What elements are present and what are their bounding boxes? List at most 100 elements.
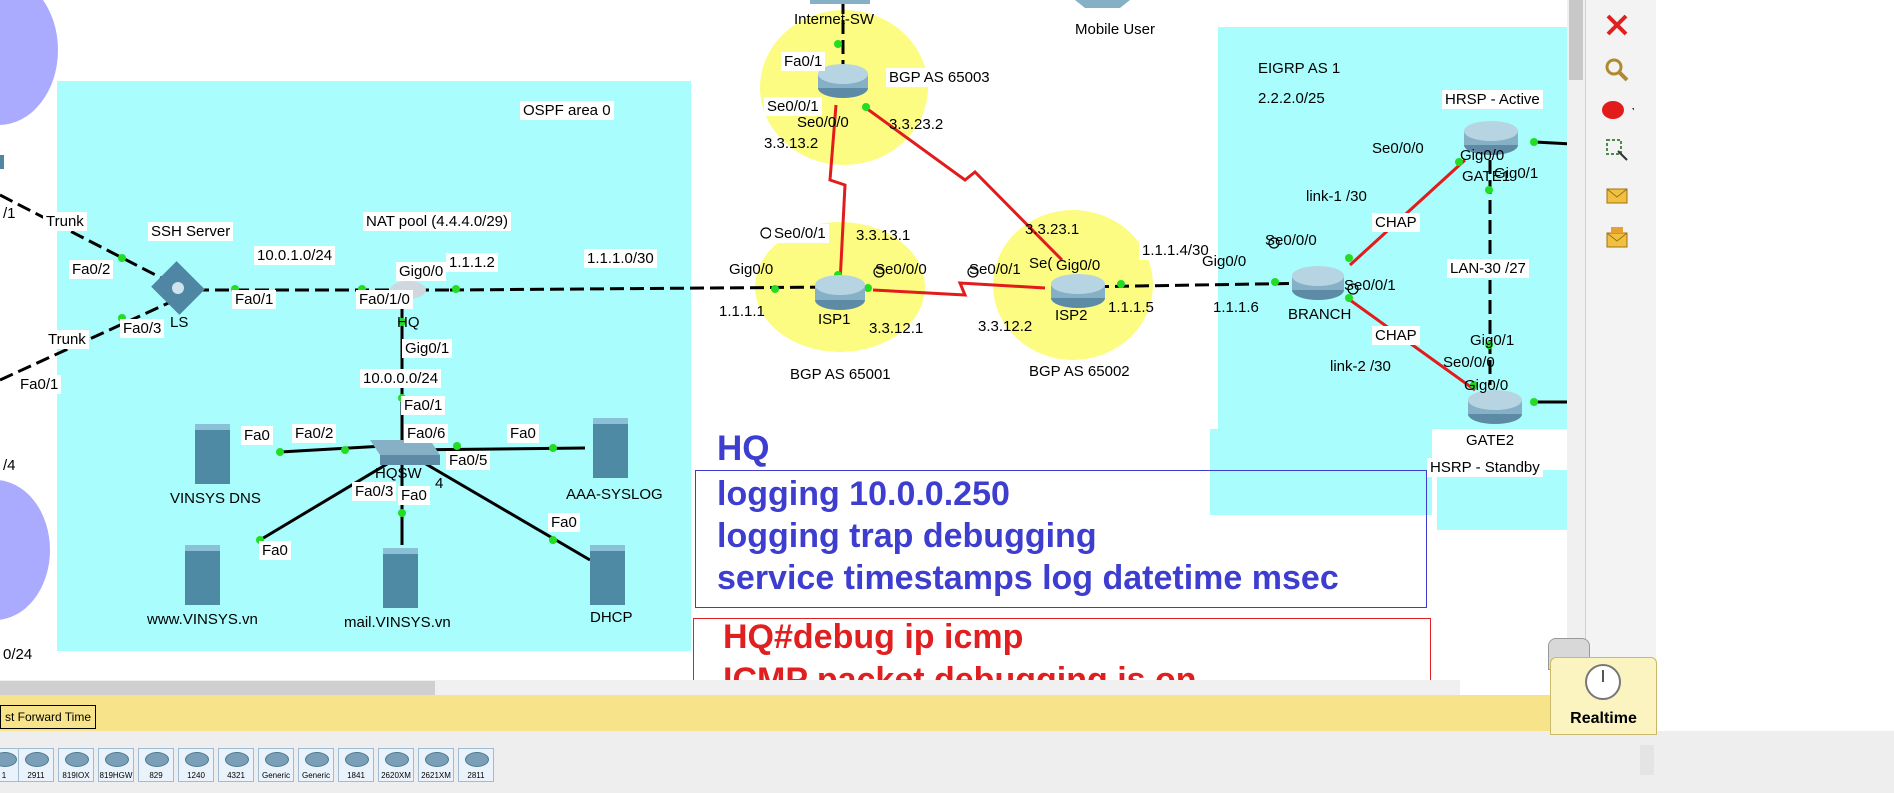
ls-port-fa01: Fa0/1 xyxy=(232,290,277,309)
left-port-fragment-1: /1 xyxy=(3,205,16,222)
hqsw-port-fa03: Fa0/3 xyxy=(352,482,397,501)
gate2-port-gig00: Gig0/0 xyxy=(1464,377,1509,394)
clock-icon xyxy=(1585,664,1621,700)
eigrp-area-label: EIGRP AS 1 xyxy=(1258,60,1341,77)
ip-3-3-12-2-label: 3.3.12.2 xyxy=(978,318,1033,335)
network-10-0-1-label: 10.0.1.0/24 xyxy=(254,246,336,265)
router-isp2-icon[interactable] xyxy=(1051,274,1105,308)
note-red-line-1: HQ#debug ip icmp xyxy=(723,618,1024,656)
isp1-port-gig00: Gig0/0 xyxy=(729,261,774,278)
hsrp-active-label: HRSP - Active xyxy=(1442,90,1543,109)
add-simple-pdu-tool[interactable] xyxy=(1600,180,1634,210)
router-isp3-icon[interactable] xyxy=(818,64,868,98)
ospf-area-label: OSPF area 0 xyxy=(520,101,614,120)
vertical-scroll-thumb[interactable] xyxy=(1569,0,1583,80)
palette-device-4321[interactable]: 4321 xyxy=(218,748,254,782)
aaa-syslog-name: AAA-SYSLOG xyxy=(566,486,663,503)
palette-device-2811[interactable]: 2811 xyxy=(458,748,494,782)
network-1-1-1-0-label: 1.1.1.0/30 xyxy=(584,249,657,268)
server-dhcp-icon[interactable] xyxy=(590,545,625,605)
trunk-label-1: Trunk xyxy=(43,212,87,231)
eigrp-network-label: 2.2.2.0/25 xyxy=(1258,90,1325,107)
inspect-tool[interactable] xyxy=(1600,55,1634,85)
palette-device-generic-2[interactable]: Generic xyxy=(298,748,334,782)
hsrp-standby-label: HSRP - Standby xyxy=(1427,458,1543,477)
hq-port-gig01: Gig0/1 xyxy=(402,339,453,358)
network-10-0-0-label: 10.0.0.0/24 xyxy=(360,369,442,388)
ls-name: LS xyxy=(170,314,189,331)
hq-port-gig00: Gig0/0 xyxy=(396,262,447,281)
server-aaa-icon[interactable] xyxy=(593,418,628,478)
palette-device-1240[interactable]: 1240 xyxy=(178,748,214,782)
mobile-user-name: Mobile User xyxy=(1075,21,1156,38)
palette-device-819hgw[interactable]: 819HGW xyxy=(98,748,134,782)
router-branch-icon[interactable] xyxy=(1292,266,1344,300)
palette-device-819iox[interactable]: 819IOX xyxy=(58,748,94,782)
internet-sw-name: Internet-SW xyxy=(794,11,875,28)
server-www-icon[interactable] xyxy=(185,545,220,605)
hqsw-name: HQSW xyxy=(375,465,422,482)
ip-3-3-12-1-label: 3.3.12.1 xyxy=(869,320,924,337)
branch-name: BRANCH xyxy=(1288,306,1352,323)
server-mail-icon[interactable] xyxy=(383,548,418,608)
switch-internet-sw-icon[interactable] xyxy=(810,0,870,4)
delete-icon xyxy=(1602,101,1634,119)
bgp-65001-label: BGP AS 65001 xyxy=(787,365,894,384)
gate1-port-gig00: Gig0/0 xyxy=(1460,147,1505,164)
hqsw-port-fa06: Fa0/6 xyxy=(404,424,449,443)
left-device-partial-icon[interactable] xyxy=(0,155,4,169)
delete-tool[interactable] xyxy=(1600,10,1634,40)
realtime-label: Realtime xyxy=(1570,710,1637,727)
bgp-65003-label: BGP AS 65003 xyxy=(886,68,993,87)
palette-scroll-arrow[interactable] xyxy=(1640,745,1654,775)
hq-port-fa010: Fa0/1/0 xyxy=(356,290,413,309)
mail-port-fa0: Fa0 xyxy=(398,486,430,505)
router-gate2-icon[interactable] xyxy=(1468,390,1522,424)
hqsw-port-fa02: Fa0/2 xyxy=(292,424,337,443)
realtime-mode-tab[interactable]: Realtime xyxy=(1550,657,1657,735)
isp1-port-se000: Se0/0/0 xyxy=(875,261,927,278)
palette-device-2620xm[interactable]: 2620XM xyxy=(378,748,414,782)
palette-device-2911[interactable]: 2911 xyxy=(18,748,54,782)
note-blue-line-1: logging 10.0.0.250 xyxy=(717,475,1010,513)
ip-1-1-1-6-label: 1.1.1.6 xyxy=(1213,299,1259,316)
common-tools-bar xyxy=(1585,0,1656,695)
isp1-port-se001: Se0/0/1 xyxy=(771,224,829,243)
gate2-port-gig01: Gig0/1 xyxy=(1470,332,1515,349)
router-isp1-icon[interactable] xyxy=(815,275,865,310)
ip-1-1-1-5-label: 1.1.1.5 xyxy=(1108,299,1154,316)
gate1-port-gig01: Gig0/1 xyxy=(1494,165,1539,182)
palette-device-generic-1[interactable]: Generic xyxy=(258,748,294,782)
nat-pool-label: NAT pool (4.4.4.0/29) xyxy=(363,212,512,231)
palette-device-1841[interactable]: 1841 xyxy=(338,748,374,782)
switch-ls-icon[interactable] xyxy=(151,261,205,315)
ls-port-fa03: Fa0/3 xyxy=(120,319,165,338)
hqsw-port-fa04: 4 xyxy=(435,475,444,492)
switch-hqsw-icon[interactable] xyxy=(370,440,440,465)
horizontal-scroll-thumb[interactable] xyxy=(0,681,435,695)
logical-workspace[interactable]: OSPF area 0 EIGRP AS 1 2.2.2.0/25 BGP AS… xyxy=(0,0,1567,695)
note-blue-line-3: service timestamps log datetime msec xyxy=(717,559,1339,597)
bgp-65002-label: BGP AS 65002 xyxy=(1026,362,1133,381)
workspace-vertical-scrollbar[interactable] xyxy=(1567,0,1585,695)
server-dns-icon[interactable] xyxy=(195,424,230,484)
trunk-label-2: Trunk xyxy=(45,330,89,349)
hqsw-port-fa01: Fa0/1 xyxy=(401,396,446,415)
lan-30-label: LAN-30 /27 xyxy=(1447,259,1529,278)
ip-3-3-13-1-label: 3.3.13.1 xyxy=(856,227,911,244)
left-network-fragment: 0/24 xyxy=(3,646,33,663)
palette-device-829[interactable]: 829 xyxy=(138,748,174,782)
isp3-port-se000: Se0/0/0 xyxy=(797,114,849,131)
resize-tool[interactable] xyxy=(1600,135,1634,165)
draw-shape-tool[interactable] xyxy=(1600,95,1634,125)
hq-name: HQ xyxy=(397,314,420,331)
ip-1-1-1-2-label: 1.1.1.2 xyxy=(446,253,498,272)
dhcp-port-fa0: Fa0 xyxy=(548,513,580,532)
palette-device-2621xm[interactable]: 2621XM xyxy=(418,748,454,782)
add-complex-pdu-tool[interactable] xyxy=(1600,222,1634,252)
fast-forward-time-button[interactable]: st Forward Time xyxy=(0,705,97,729)
branch-port-gig00: Gig0/0 xyxy=(1202,253,1247,270)
dns-port-fa0: Fa0 xyxy=(241,426,273,445)
mobile-user-icon[interactable] xyxy=(1075,0,1130,8)
gate2-port-se000: Se0/0/0 xyxy=(1443,354,1495,371)
